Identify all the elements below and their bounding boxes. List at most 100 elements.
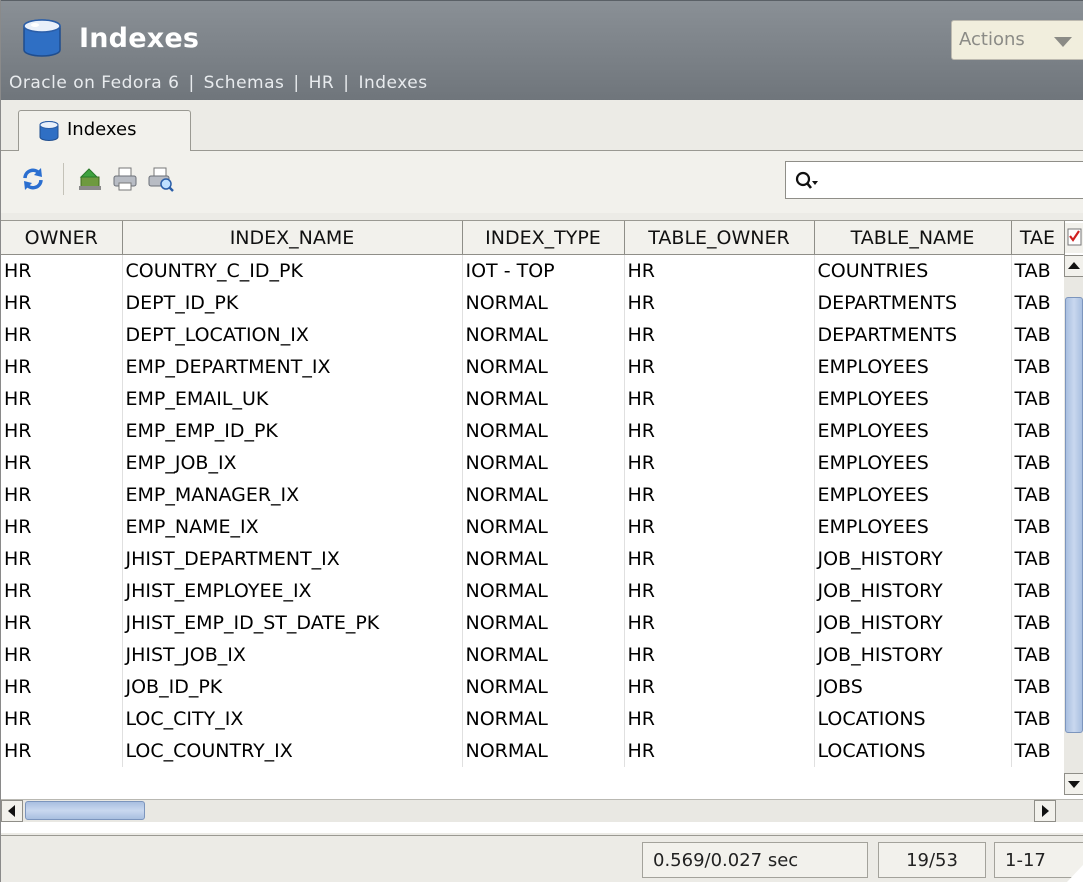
chevron-left-icon — [8, 805, 15, 817]
search-input[interactable] — [822, 166, 1076, 196]
table-cell: EMP_JOB_IX — [122, 447, 463, 479]
table-cell: HR — [624, 351, 815, 383]
table-cell: TAB — [1011, 383, 1065, 415]
scroll-up-button[interactable] — [1064, 255, 1083, 277]
table-row[interactable]: HR COUNTRY_C_ID_PK IOT - TOP HR COUNTRIES TAB — [1, 254, 1065, 287]
table-cell: COUNTRIES — [814, 254, 1012, 287]
table-cell: HR — [1, 671, 123, 703]
table-row[interactable]: HR JHIST_EMP_ID_ST_DATE_PK NORMAL HR JOB_HIS… — [1, 607, 1065, 639]
print-preview-icon[interactable] — [147, 165, 175, 193]
export-icon[interactable] — [75, 165, 103, 193]
table-cell: EMPLOYEES — [814, 415, 1012, 447]
database-cylinder-icon — [23, 19, 61, 57]
table-row[interactable]: HR EMP_MANAGER_IX NORMAL HR EMPLOYEES TAB — [1, 479, 1065, 511]
status-bar: 0.569/0.027 sec 19/53 1-17 — [1, 835, 1083, 882]
refresh-icon[interactable] — [19, 165, 47, 193]
table-cell: HR — [1, 735, 123, 767]
breadcrumb-separator: | — [188, 73, 195, 93]
column-header[interactable]: TAE — [1011, 221, 1065, 255]
database-cylinder-icon — [39, 121, 59, 141]
table-row[interactable]: HR JHIST_DEPARTMENT_IX NORMAL HR JOB_HISTORY… — [1, 543, 1065, 575]
scroll-right-button[interactable] — [1034, 800, 1056, 822]
search-icon[interactable] — [794, 170, 818, 192]
table-cell: EMPLOYEES — [814, 447, 1012, 479]
table-cell: EMP_MANAGER_IX — [122, 479, 463, 511]
table-cell: TAB — [1011, 287, 1065, 319]
query-timing: 0.569/0.027 sec — [642, 842, 868, 878]
horizontal-scrollbar[interactable] — [1, 799, 1083, 822]
column-chooser-button[interactable] — [1064, 223, 1083, 253]
table-header-row: OWNER INDEX_NAME INDEX_TYPE TABLE_OWNER TABL… — [1, 221, 1065, 255]
column-header[interactable]: OWNER — [1, 221, 123, 255]
table-cell: NORMAL — [462, 639, 625, 671]
table-cell: TAB — [1011, 254, 1065, 287]
column-chooser-icon — [1067, 228, 1082, 246]
table-cell: DEPT_LOCATION_IX — [122, 319, 463, 351]
table-cell: HR — [1, 447, 123, 479]
actions-button[interactable]: Actions — [951, 20, 1083, 60]
table-row[interactable]: HR JHIST_JOB_IX NORMAL HR JOB_HISTORY TAB — [1, 639, 1065, 671]
table-cell: COUNTRY_C_ID_PK — [122, 254, 463, 287]
table-cell: EMP_EMP_ID_PK — [122, 415, 463, 447]
table-row[interactable]: HR EMP_DEPARTMENT_IX NORMAL HR EMPLOYEES TAB — [1, 351, 1065, 383]
table-cell: NORMAL — [462, 287, 625, 319]
table-cell: TAB — [1011, 511, 1065, 543]
table-row[interactable]: HR JOB_ID_PK NORMAL HR JOBS TAB — [1, 671, 1065, 703]
chevron-right-icon — [1042, 805, 1049, 817]
table-row[interactable]: HR EMP_EMP_ID_PK NORMAL HR EMPLOYEES TAB — [1, 415, 1065, 447]
vertical-scrollbar[interactable] — [1064, 255, 1083, 795]
table-cell: TAB — [1011, 735, 1065, 767]
breadcrumb: Oracle on Fedora 6 | Schemas | HR | Indexes — [9, 73, 428, 93]
table-cell: HR — [1, 607, 123, 639]
breadcrumb-item-connection[interactable]: Oracle on Fedora 6 — [9, 73, 179, 93]
table-cell: TAB — [1011, 543, 1065, 575]
table-cell: TAB — [1011, 639, 1065, 671]
column-header[interactable]: TABLE_NAME — [814, 221, 1012, 255]
table-cell: TAB — [1011, 607, 1065, 639]
table-cell: HR — [1, 383, 123, 415]
breadcrumb-item-schemas[interactable]: Schemas — [204, 73, 285, 93]
chevron-down-icon — [1054, 37, 1072, 47]
table-cell: NORMAL — [462, 607, 625, 639]
table-cell: NORMAL — [462, 575, 625, 607]
table-row[interactable]: HR DEPT_LOCATION_IX NORMAL HR DEPARTMENTS TAB — [1, 319, 1065, 351]
column-header[interactable]: INDEX_NAME — [122, 221, 463, 255]
table-row[interactable]: HR EMP_NAME_IX NORMAL HR EMPLOYEES TAB — [1, 511, 1065, 543]
scroll-left-button[interactable] — [1, 800, 23, 822]
table-cell: HR — [1, 639, 123, 671]
table-cell: HR — [624, 543, 815, 575]
tab-indexes[interactable]: Indexes — [18, 110, 191, 151]
table-cell: LOCATIONS — [814, 703, 1012, 735]
chevron-up-icon — [1068, 262, 1080, 269]
table-row[interactable]: HR JHIST_EMPLOYEE_IX NORMAL HR JOB_HISTORY TA… — [1, 575, 1065, 607]
search-box[interactable] — [785, 161, 1083, 199]
table-cell: HR — [1, 415, 123, 447]
table-cell: JOB_HISTORY — [814, 607, 1012, 639]
table-cell: HR — [1, 351, 123, 383]
table-row[interactable]: HR EMP_EMAIL_UK NORMAL HR EMPLOYEES TAB — [1, 383, 1065, 415]
vertical-scroll-thumb[interactable] — [1065, 297, 1083, 733]
breadcrumb-item-hr[interactable]: HR — [309, 73, 335, 93]
table-cell: TAB — [1011, 319, 1065, 351]
scroll-down-button[interactable] — [1064, 773, 1083, 795]
table-row[interactable]: HR LOC_COUNTRY_IX NORMAL HR LOCATIONS TAB — [1, 735, 1065, 767]
resize-grip-icon[interactable] — [1067, 864, 1083, 882]
table-cell: HR — [624, 415, 815, 447]
table-row[interactable]: HR LOC_CITY_IX NORMAL HR LOCATIONS TAB — [1, 703, 1065, 735]
print-icon[interactable] — [111, 165, 139, 193]
table-cell: LOCATIONS — [814, 735, 1012, 767]
indexes-table-area: OWNER INDEX_NAME INDEX_TYPE TABLE_OWNER TABL… — [1, 220, 1083, 833]
horizontal-scroll-thumb[interactable] — [25, 801, 145, 820]
table-cell: HR — [624, 671, 815, 703]
table-cell: JOB_ID_PK — [122, 671, 463, 703]
table-cell: TAB — [1011, 479, 1065, 511]
table-row[interactable]: HR DEPT_ID_PK NORMAL HR DEPARTMENTS TAB — [1, 287, 1065, 319]
page-title: Indexes — [79, 23, 200, 54]
column-header[interactable]: INDEX_TYPE — [462, 221, 625, 255]
table-cell: JOB_HISTORY — [814, 575, 1012, 607]
table-cell: HR — [624, 479, 815, 511]
table-cell: NORMAL — [462, 511, 625, 543]
tab-bar: Indexes — [1, 100, 1083, 151]
column-header[interactable]: TABLE_OWNER — [624, 221, 815, 255]
table-row[interactable]: HR EMP_JOB_IX NORMAL HR EMPLOYEES TAB — [1, 447, 1065, 479]
